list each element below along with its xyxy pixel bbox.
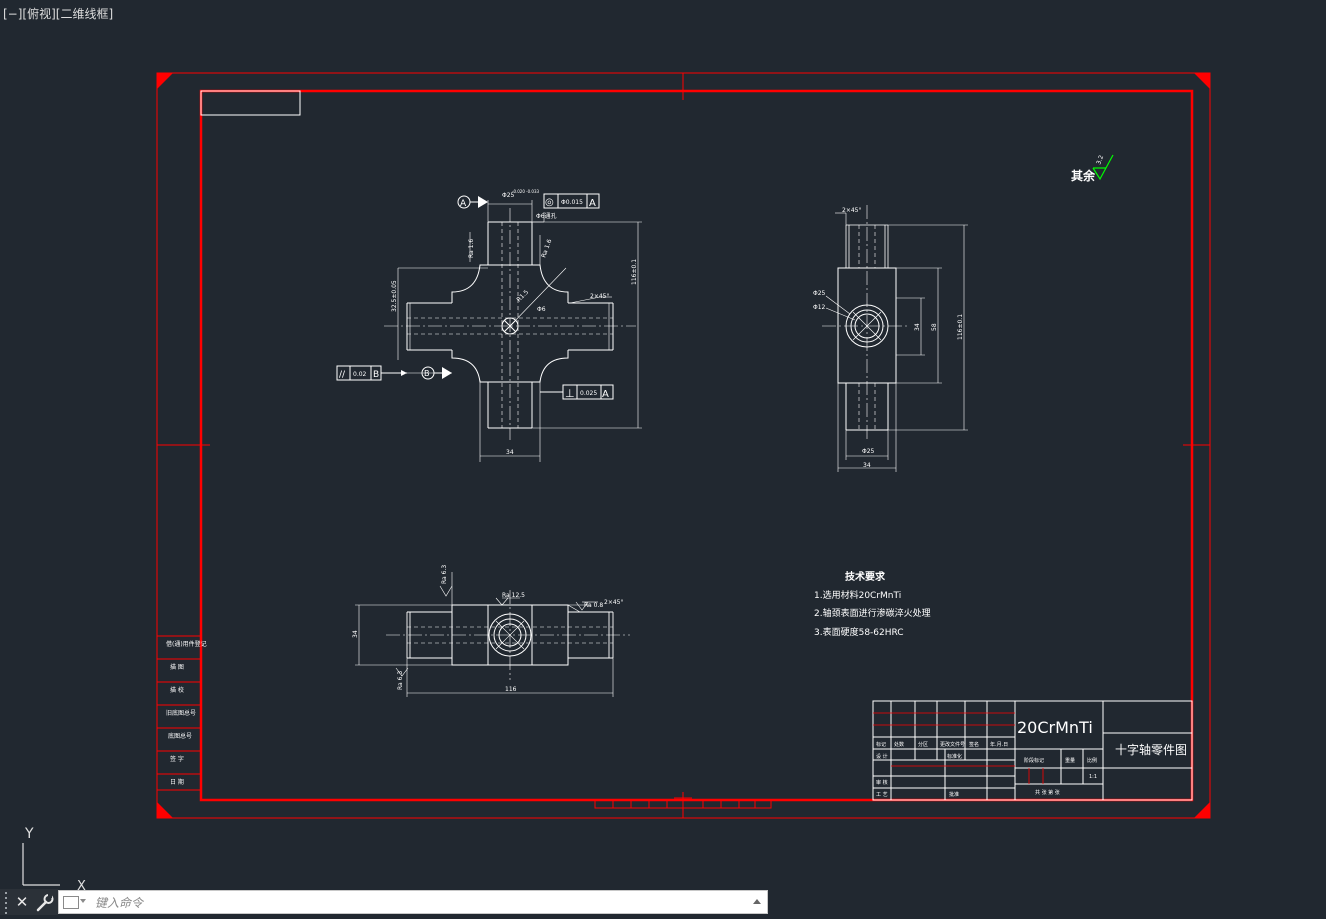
side-view xyxy=(822,205,968,472)
left-strip-label: 描 校 xyxy=(170,686,184,694)
svg-text:34: 34 xyxy=(352,630,359,638)
svg-text:处数: 处数 xyxy=(894,741,904,748)
svg-text:签名: 签名 xyxy=(969,741,979,748)
svg-text:Ra 6.3: Ra 6.3 xyxy=(397,671,404,690)
chevron-down-icon[interactable] xyxy=(80,899,86,903)
svg-text:Ra 0.8: Ra 0.8 xyxy=(584,602,603,609)
tech-requirements-title: 技术要求 xyxy=(845,570,886,583)
svg-text:审 核: 审 核 xyxy=(876,779,888,786)
command-input[interactable] xyxy=(93,893,737,913)
command-line-grip-handle[interactable] xyxy=(0,889,12,915)
left-strip-label: 借(通)用件登记 xyxy=(166,640,207,648)
title-block-text: 20CrMnTi 十字轴零件图 标记 处数 分区 更改文件号 签名 年.月.日 … xyxy=(876,718,1187,798)
svg-text:0.025: 0.025 xyxy=(580,390,597,397)
svg-text:A: A xyxy=(589,198,596,209)
svg-text:Y: Y xyxy=(24,826,34,842)
tech-requirement-item: 2.轴颈表面进行渗碳淬火处理 xyxy=(814,607,931,619)
tech-requirement-item: 3.表面硬度58-62HRC xyxy=(814,626,904,638)
svg-text:Φ25: Φ25 xyxy=(862,448,875,455)
tech-requirements: 技术要求 1.选用材料20CrMnTi 2.轴颈表面进行渗碳淬火处理 3.表面硬… xyxy=(814,570,931,638)
svg-text:设 计: 设 计 xyxy=(876,753,888,760)
svg-text:32.5±0.05: 32.5±0.05 xyxy=(391,280,398,312)
svg-text:Φ12: Φ12 xyxy=(813,304,826,311)
svg-text:Ra 1.6: Ra 1.6 xyxy=(468,239,475,258)
left-strip-label: 签 字 xyxy=(170,755,184,763)
svg-text:2×45°: 2×45° xyxy=(842,207,861,214)
svg-text:34: 34 xyxy=(863,462,871,469)
svg-text:比例: 比例 xyxy=(1087,757,1097,764)
svg-text:共 张 第 张: 共 张 第 张 xyxy=(1035,789,1060,796)
tolerance-parallelism: // 0.02 B xyxy=(336,365,407,381)
svg-text:3.2: 3.2 xyxy=(1095,154,1105,166)
svg-text:其余: 其余 xyxy=(1071,168,1096,183)
svg-text:Φ6: Φ6 xyxy=(537,306,546,313)
svg-text:R1.5: R1.5 xyxy=(515,289,530,304)
customize-wrench-icon[interactable] xyxy=(32,889,58,915)
svg-text:◎: ◎ xyxy=(545,197,554,208)
svg-text:-0.020 -0.033: -0.020 -0.033 xyxy=(512,189,540,194)
drawing-code-box xyxy=(200,90,301,116)
svg-text:1:1: 1:1 xyxy=(1089,774,1097,780)
command-prompt-icon[interactable] xyxy=(63,896,79,909)
svg-text:阶段标记: 阶段标记 xyxy=(1024,757,1044,764)
svg-text:116±0.1: 116±0.1 xyxy=(631,259,638,285)
left-strip-label: 底图总号 xyxy=(168,732,192,740)
svg-text:B: B xyxy=(373,370,379,380)
svg-text:Φ25: Φ25 xyxy=(813,290,826,297)
svg-text:A: A xyxy=(460,199,467,209)
command-history-chevron-up-icon[interactable] xyxy=(753,899,761,904)
svg-text:58: 58 xyxy=(931,323,938,331)
command-input-field[interactable] xyxy=(58,890,768,914)
svg-text://: // xyxy=(339,370,346,380)
svg-text:2×45°: 2×45° xyxy=(604,599,623,606)
svg-text:年.月.日: 年.月.日 xyxy=(990,741,1008,748)
svg-text:34: 34 xyxy=(914,323,921,331)
svg-text:116±0.1: 116±0.1 xyxy=(957,314,964,340)
roughness-note: 其余 3.2 xyxy=(1071,154,1114,183)
cad-drawing-canvas[interactable]: 借(通)用件登记 描 图 描 校 旧底图总号 底图总号 签 字 日 期 其余 3… xyxy=(0,0,1326,916)
title-material: 20CrMnTi xyxy=(1017,718,1093,737)
svg-text:批准: 批准 xyxy=(949,791,959,798)
svg-text:Ra 6.3: Ra 6.3 xyxy=(441,565,448,584)
svg-text:34: 34 xyxy=(506,449,514,456)
title-part-name: 十字轴零件图 xyxy=(1115,742,1187,757)
svg-text:分区: 分区 xyxy=(918,741,928,748)
svg-text:Φ0.015: Φ0.015 xyxy=(561,199,583,206)
svg-text:B: B xyxy=(424,369,430,378)
ucs-icon[interactable]: Y X xyxy=(22,826,86,894)
front-view-annotations: Φ25 -0.020 -0.033 Φ6通孔 Ra 1.6 Ra 1.6 116… xyxy=(391,189,638,456)
svg-text:⊥: ⊥ xyxy=(565,387,575,400)
svg-text:Φ6通孔: Φ6通孔 xyxy=(536,212,557,220)
close-icon[interactable]: ✕ xyxy=(12,889,32,915)
tolerance-coaxiality: ◎ Φ0.015 A xyxy=(543,193,600,209)
svg-text:2×45°: 2×45° xyxy=(590,293,609,300)
svg-text:重量: 重量 xyxy=(1065,757,1075,764)
left-strip-label: 旧底图总号 xyxy=(166,709,196,717)
datum-b-symbol: B xyxy=(421,366,452,380)
svg-text:Ra 12.5: Ra 12.5 xyxy=(502,592,525,599)
svg-text:更改文件号: 更改文件号 xyxy=(940,741,965,748)
svg-text:标准化: 标准化 xyxy=(947,753,962,760)
left-strip-label: 日 期 xyxy=(170,778,184,786)
svg-text:标记: 标记 xyxy=(876,741,886,748)
svg-text:Ra 1.6: Ra 1.6 xyxy=(540,238,553,259)
left-strip-label: 描 图 xyxy=(170,663,184,671)
tech-requirement-item: 1.选用材料20CrMnTi xyxy=(814,589,901,601)
sheet-frame xyxy=(156,72,1211,819)
svg-text:0.02: 0.02 xyxy=(353,371,367,378)
front-view xyxy=(384,200,642,462)
svg-text:工 艺: 工 艺 xyxy=(876,792,888,798)
svg-text:A: A xyxy=(602,389,609,400)
tolerance-perpendicularity: ⊥ 0.025 A xyxy=(540,384,614,400)
svg-text:116: 116 xyxy=(505,686,517,693)
command-line-bar: ✕ xyxy=(0,889,768,915)
datum-a-symbol: A xyxy=(457,195,488,209)
